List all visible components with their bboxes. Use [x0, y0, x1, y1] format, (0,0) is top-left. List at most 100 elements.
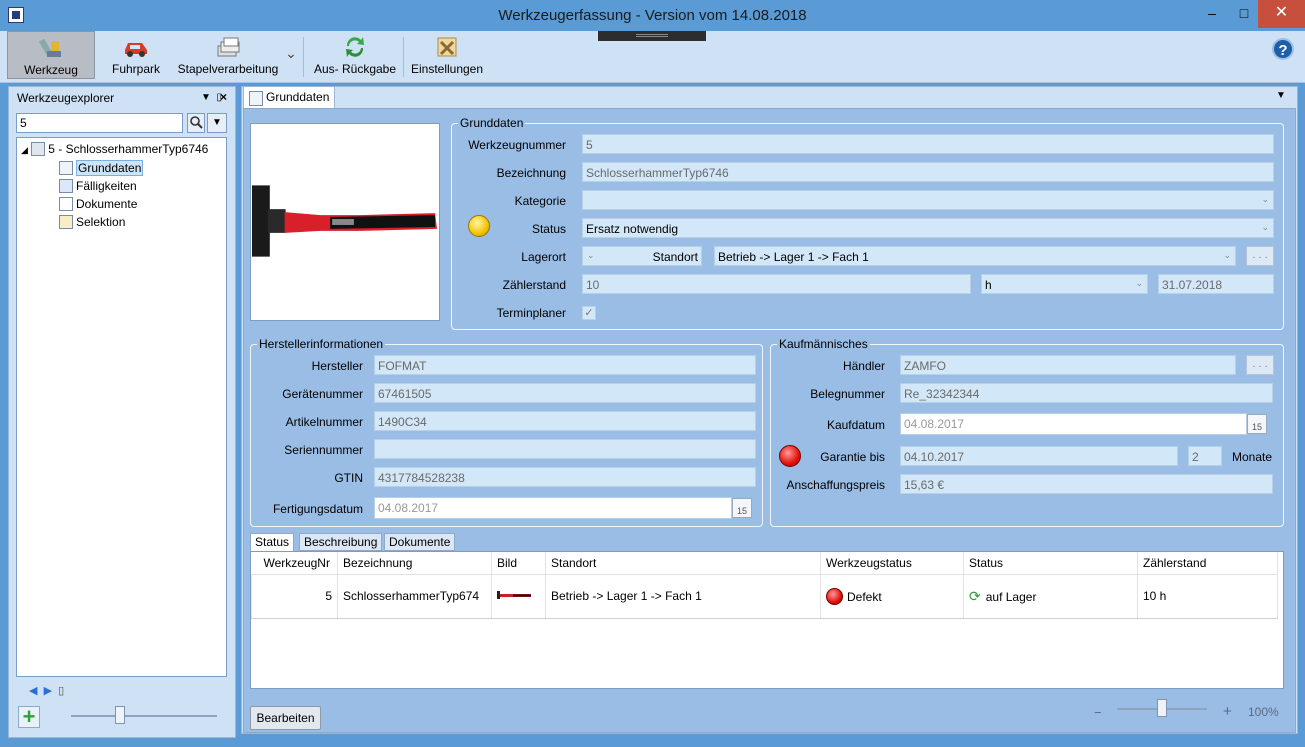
toolbar-separator	[403, 37, 404, 77]
fuhrpark-button[interactable]: Fuhrpark	[108, 31, 164, 79]
kaufdatum-field[interactable]: 04.08.2017	[900, 413, 1247, 435]
kategorie-label: Kategorie	[514, 194, 566, 208]
chevron-down-icon: ⌄	[1135, 278, 1143, 288]
werkzeug-label: Werkzeug	[24, 63, 78, 77]
lagerort-select[interactable]: ⌄ Standort	[582, 246, 702, 266]
aus-rueckgabe-button[interactable]: Aus- Rückgabe	[311, 31, 399, 79]
column-header[interactable]: Status	[963, 552, 1138, 575]
calendar-icon[interactable]: 15	[1247, 414, 1267, 434]
aus-rueckgabe-label: Aus- Rückgabe	[313, 62, 397, 76]
einstellungen-label: Einstellungen	[410, 62, 484, 76]
expand-icon[interactable]: ◢	[21, 145, 28, 155]
artikelnummer-label: Artikelnummer	[285, 415, 363, 429]
garantie-field[interactable]: 04.10.2017	[900, 446, 1178, 466]
table-row[interactable]: 5 SchlosserhammerTyp674 Betrieb -> Lager…	[251, 574, 1278, 619]
tab-status[interactable]: Status	[250, 533, 295, 552]
kategorie-select[interactable]: ⌄	[582, 190, 1274, 210]
werkzeugnummer-label: Werkzeugnummer	[468, 138, 566, 152]
tree-root-item[interactable]: ◢ 5 - SchlosserhammerTyp6746	[21, 140, 208, 158]
garantie-monate-field[interactable]: 2	[1188, 446, 1222, 466]
bezeichnung-field[interactable]: SchlosserhammerTyp6746	[582, 162, 1274, 182]
defekt-led-red-icon	[826, 587, 843, 605]
tree-item-dokumente[interactable]: Dokumente	[59, 195, 137, 213]
column-header[interactable]: Standort	[545, 552, 821, 575]
terminplaner-checkbox[interactable]: ✓	[582, 306, 596, 320]
calendar-icon[interactable]: 15	[732, 498, 752, 518]
pane-menu-icon[interactable]: ▼ ▯	[201, 92, 222, 103]
tab-dokumente[interactable]: Dokumente	[384, 533, 456, 551]
status-value: auf Lager	[985, 589, 1037, 604]
kaufmaennisches-group: Kaufmännisches Händler ZAMFO . . . Beleg…	[770, 337, 1284, 527]
geraetenummer-field[interactable]: 67461505	[374, 383, 756, 403]
anschaffungspreis-label: Anschaffungspreis	[786, 478, 885, 492]
panel-menu-icon[interactable]: ▼	[1276, 90, 1286, 101]
fertigungsdatum-field[interactable]: 04.08.2017	[374, 497, 732, 519]
belegnummer-field[interactable]: Re_32342344	[900, 383, 1273, 403]
werkzeugnummer-field[interactable]: 5	[582, 134, 1274, 154]
kaufdatum-label: Kaufdatum	[826, 418, 885, 432]
cell-zaehlerstand: 10 h	[1137, 574, 1278, 619]
column-header[interactable]: WerkzeugNr	[251, 552, 338, 575]
zoom-in-button[interactable]: +	[1223, 703, 1232, 720]
tree-item-selektion[interactable]: Selektion	[59, 213, 125, 231]
maximize-button[interactable]: □	[1228, 0, 1260, 28]
tree-zoom-slider-track[interactable]	[71, 715, 217, 717]
grunddaten-content: Grunddaten Werkzeugnummer 5 Bezeichnung …	[243, 108, 1296, 733]
tab-grunddaten[interactable]: Grunddaten	[243, 86, 335, 108]
lagerort-label: Lagerort	[521, 250, 566, 264]
tree-item-faelligkeiten[interactable]: Fälligkeiten	[59, 177, 137, 195]
status-value: Ersatz notwendig	[586, 222, 679, 236]
stapelverarbeitung-button[interactable]: Stapelverarbeitung	[175, 31, 281, 79]
bearbeiten-button[interactable]: Bearbeiten	[250, 706, 321, 730]
status-select[interactable]: Ersatz notwendig ⌄	[582, 218, 1274, 238]
search-dropdown-button[interactable]: ▼	[207, 113, 227, 133]
minimize-button[interactable]: ‒	[1196, 0, 1228, 28]
standort-select[interactable]: Betrieb -> Lager 1 -> Fach 1 ⌄	[714, 246, 1236, 266]
tree-item-label: Grunddaten	[76, 160, 144, 176]
dock-grip[interactable]	[598, 31, 706, 41]
file-icon	[59, 197, 73, 211]
tree-item-grunddaten[interactable]: Grunddaten	[59, 159, 144, 177]
column-header[interactable]: Bild	[491, 552, 546, 575]
column-header[interactable]: Zählerstand	[1137, 552, 1278, 575]
cell-werkzeugnr: 5	[251, 574, 338, 619]
table-header-row: WerkzeugNr Bezeichnung Bild Standort Wer…	[251, 552, 1278, 575]
help-icon[interactable]: ?	[1272, 38, 1294, 60]
haendler-browse-button[interactable]: . . .	[1246, 355, 1274, 375]
haendler-field[interactable]: ZAMFO	[900, 355, 1236, 375]
close-button[interactable]: ✕	[1258, 0, 1305, 28]
status-led-yellow-icon	[468, 215, 490, 237]
anschaffungspreis-field[interactable]: 15,63 €	[900, 474, 1273, 494]
zaehlerstand-field[interactable]: 10	[582, 274, 971, 294]
gtin-field[interactable]: 4317784528238	[374, 467, 756, 487]
nav-arrows[interactable]: ◀ ▶ ▯	[29, 684, 64, 697]
tree-item-label: Selektion	[76, 215, 126, 229]
werkzeug-button[interactable]: Werkzeug	[7, 31, 95, 79]
toolbar-separator	[303, 37, 304, 77]
einheit-select[interactable]: h ⌄	[981, 274, 1148, 294]
zoom-slider-thumb[interactable]	[1157, 699, 1167, 717]
add-icon[interactable]: +	[18, 706, 40, 728]
tree-zoom-slider-thumb[interactable]	[115, 706, 125, 724]
search-input[interactable]	[16, 113, 183, 133]
zoom-out-button[interactable]: −	[1094, 705, 1102, 720]
hersteller-label: Hersteller	[311, 359, 363, 373]
grunddaten-group: Grunddaten Werkzeugnummer 5 Bezeichnung …	[451, 116, 1284, 330]
standort-browse-button[interactable]: . . .	[1246, 246, 1274, 266]
tab-beschreibung[interactable]: Beschreibung	[299, 533, 383, 551]
gtin-label: GTIN	[334, 471, 363, 485]
column-header[interactable]: Bezeichnung	[337, 552, 492, 575]
artikelnummer-field[interactable]: 1490C34	[374, 411, 756, 431]
column-header[interactable]: Werkzeugstatus	[820, 552, 964, 575]
magnifier-icon	[190, 116, 203, 129]
zaehler-datum-field[interactable]: 31.07.2018	[1158, 274, 1274, 294]
hersteller-field[interactable]: FOFMAT	[374, 355, 756, 375]
search-icon[interactable]	[187, 113, 205, 133]
chevron-down-icon: ⌄	[1261, 194, 1269, 204]
exchange-arrows-icon: ⟳	[969, 587, 981, 604]
seriennummer-field[interactable]	[374, 439, 756, 459]
hammer-thumbnail-icon	[497, 591, 531, 599]
pane-close-icon[interactable]: ×	[220, 90, 227, 104]
einstellungen-button[interactable]: Einstellungen	[408, 31, 486, 79]
settings-tools-icon	[437, 37, 457, 57]
